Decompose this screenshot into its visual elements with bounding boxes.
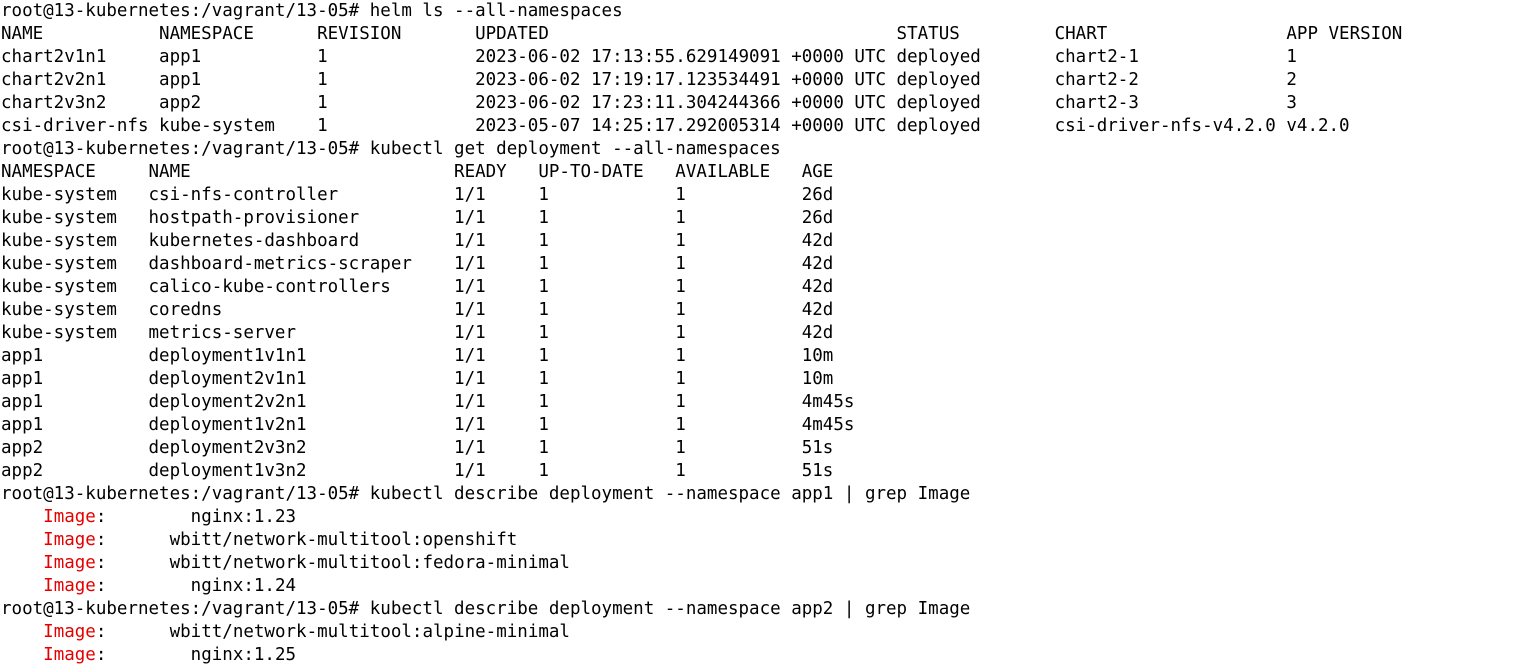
output-line: chart2v2n1 app1 1 2023-06-02 17:19:17.12…: [1, 69, 1533, 92]
grep-result-line: Image: nginx:1.25: [1, 644, 1533, 666]
output-line: kube-system coredns 1/1 1 1 42d: [1, 299, 1533, 322]
key-separator: :: [95, 507, 107, 527]
output-line: kube-system metrics-server 1/1 1 1 42d: [1, 322, 1533, 345]
line-text: chart2v1n1 app1 1 2023-06-02 17:13:55.62…: [1, 47, 1297, 67]
output-line: app1 deployment1v1n1 1/1 1 1 10m: [1, 345, 1533, 368]
image-value: wbitt/network-multitool:fedora-minimal: [106, 553, 570, 573]
image-value: nginx:1.25: [106, 645, 297, 665]
prompt-command-line: root@13-kubernetes:/vagrant/13-05# helm …: [1, 0, 1533, 23]
output-line: app1 deployment2v2n1 1/1 1 1 4m45s: [1, 391, 1533, 414]
grep-match-key: Image: [43, 553, 96, 573]
line-text: kube-system dashboard-metrics-scraper 1/…: [1, 254, 834, 274]
grep-match-key: Image: [43, 530, 96, 550]
line-text: kube-system coredns 1/1 1 1 42d: [1, 300, 834, 320]
line-text: root@13-kubernetes:/vagrant/13-05# kubec…: [1, 484, 971, 504]
line-text: app1 deployment2v1n1 1/1 1 1 10m: [1, 369, 834, 389]
output-line: kube-system csi-nfs-controller 1/1 1 1 2…: [1, 184, 1533, 207]
key-separator: :: [95, 622, 107, 642]
terminal-output[interactable]: root@13-kubernetes:/vagrant/13-05# helm …: [0, 0, 1533, 666]
line-text: root@13-kubernetes:/vagrant/13-05# kubec…: [1, 139, 781, 159]
grep-result-line: Image: wbitt/network-multitool:fedora-mi…: [1, 552, 1533, 575]
line-text: kube-system csi-nfs-controller 1/1 1 1 2…: [1, 185, 834, 205]
image-value: nginx:1.23: [106, 507, 297, 527]
line-text: kube-system metrics-server 1/1 1 1 42d: [1, 323, 834, 343]
prompt-command-line: root@13-kubernetes:/vagrant/13-05# kubec…: [1, 483, 1533, 506]
prompt-command-line: root@13-kubernetes:/vagrant/13-05# kubec…: [1, 598, 1533, 621]
grep-result-line: Image: wbitt/network-multitool:alpine-mi…: [1, 621, 1533, 644]
output-line: app1 deployment2v1n1 1/1 1 1 10m: [1, 368, 1533, 391]
line-text: kube-system calico-kube-controllers 1/1 …: [1, 277, 834, 297]
output-line: NAME NAMESPACE REVISION UPDATED STATUS C…: [1, 23, 1533, 46]
key-separator: :: [95, 553, 107, 573]
output-line: kube-system dashboard-metrics-scraper 1/…: [1, 253, 1533, 276]
grep-match-key: Image: [43, 507, 96, 527]
prompt-command-line: root@13-kubernetes:/vagrant/13-05# kubec…: [1, 138, 1533, 161]
key-separator: :: [95, 645, 107, 665]
output-line: kube-system calico-kube-controllers 1/1 …: [1, 276, 1533, 299]
line-text: root@13-kubernetes:/vagrant/13-05# kubec…: [1, 599, 971, 619]
line-text: chart2v2n1 app1 1 2023-06-02 17:19:17.12…: [1, 70, 1297, 90]
grep-match-key: Image: [43, 576, 96, 596]
output-line: app2 deployment2v3n2 1/1 1 1 51s: [1, 437, 1533, 460]
grep-result-line: Image: nginx:1.23: [1, 506, 1533, 529]
output-line: app1 deployment1v2n1 1/1 1 1 4m45s: [1, 414, 1533, 437]
line-text: app1 deployment2v2n1 1/1 1 1 4m45s: [1, 392, 855, 412]
line-text: kube-system hostpath-provisioner 1/1 1 1…: [1, 208, 834, 228]
grep-match-key: Image: [43, 645, 96, 665]
line-text: csi-driver-nfs kube-system 1 2023-05-07 …: [1, 116, 1350, 136]
output-line: kube-system kubernetes-dashboard 1/1 1 1…: [1, 230, 1533, 253]
output-line: app2 deployment1v3n2 1/1 1 1 51s: [1, 460, 1533, 483]
line-text: app2 deployment2v3n2 1/1 1 1 51s: [1, 438, 834, 458]
line-text: app2 deployment1v3n2 1/1 1 1 51s: [1, 461, 834, 481]
grep-match-key: Image: [43, 622, 96, 642]
grep-result-line: Image: wbitt/network-multitool:openshift: [1, 529, 1533, 552]
line-text: NAME NAMESPACE REVISION UPDATED STATUS C…: [1, 24, 1403, 44]
key-separator: :: [95, 576, 107, 596]
line-text: chart2v3n2 app2 1 2023-06-02 17:23:11.30…: [1, 93, 1297, 113]
key-separator: :: [95, 530, 107, 550]
output-line: csi-driver-nfs kube-system 1 2023-05-07 …: [1, 115, 1533, 138]
line-text: app1 deployment1v2n1 1/1 1 1 4m45s: [1, 415, 855, 435]
line-text: root@13-kubernetes:/vagrant/13-05# helm …: [1, 1, 623, 21]
image-value: nginx:1.24: [106, 576, 297, 596]
image-value: wbitt/network-multitool:openshift: [106, 530, 518, 550]
output-line: chart2v3n2 app2 1 2023-06-02 17:23:11.30…: [1, 92, 1533, 115]
output-line: NAMESPACE NAME READY UP-TO-DATE AVAILABL…: [1, 161, 1533, 184]
output-line: chart2v1n1 app1 1 2023-06-02 17:13:55.62…: [1, 46, 1533, 69]
grep-result-line: Image: nginx:1.24: [1, 575, 1533, 598]
line-text: app1 deployment1v1n1 1/1 1 1 10m: [1, 346, 834, 366]
line-text: kube-system kubernetes-dashboard 1/1 1 1…: [1, 231, 834, 251]
output-line: kube-system hostpath-provisioner 1/1 1 1…: [1, 207, 1533, 230]
line-text: NAMESPACE NAME READY UP-TO-DATE AVAILABL…: [1, 162, 834, 182]
image-value: wbitt/network-multitool:alpine-minimal: [106, 622, 570, 642]
